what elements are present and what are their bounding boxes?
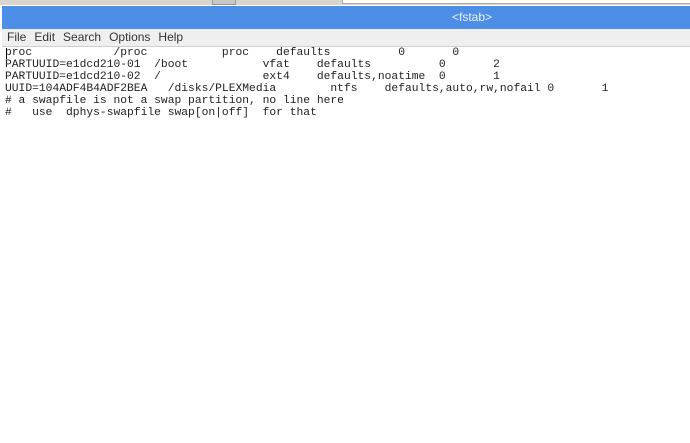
editor-line: proc /proc proc defaults 0 0 [5,47,460,59]
menu-edit[interactable]: Edit [30,29,59,46]
text-editor[interactable]: proc /proc proc defaults 0 0 PARTUUID=e1… [2,47,690,443]
editor-line: # a swapfile is not a swap partition, no… [5,95,344,107]
menu-options[interactable]: Options [105,29,154,46]
background-button [212,0,236,5]
background-field [342,0,690,4]
menu-file[interactable]: File [2,29,30,46]
menu-bar: File Edit Search Options Help [2,29,690,47]
editor-line: UUID=104ADF4B4ADF2BEA /disks/PLEXMedia n… [5,83,609,95]
text-caret [6,48,7,59]
background-strip [0,0,690,5]
menu-help[interactable]: Help [154,29,187,46]
editor-line: PARTUUID=e1dcd210-01 /boot vfat defaults… [5,59,500,71]
editor-line: # use dphys-swapfile swap[on|off] for th… [5,107,317,119]
window-title: <fstab> [451,10,493,24]
window-title-bar[interactable]: <fstab> [2,6,690,29]
editor-line: PARTUUID=e1dcd210-02 / ext4 defaults,noa… [5,71,500,83]
menu-search[interactable]: Search [59,29,105,46]
